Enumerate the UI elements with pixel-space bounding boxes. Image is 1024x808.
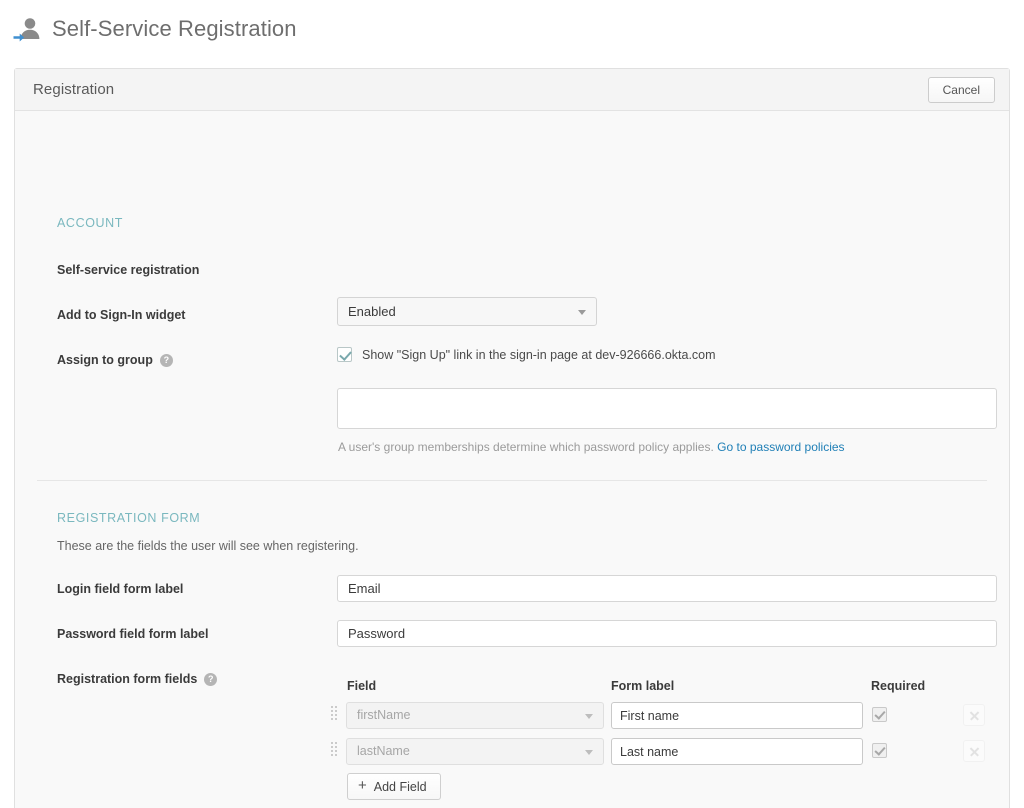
- column-header-form-label: Form label: [611, 679, 674, 693]
- form-label-input-row-0[interactable]: [611, 702, 863, 729]
- page-title: Self-Service Registration: [52, 16, 297, 42]
- cancel-button[interactable]: Cancel: [928, 77, 995, 103]
- column-header-required: Required: [871, 679, 925, 693]
- section-heading-registration-form: REGISTRATION FORM: [57, 511, 200, 525]
- password-field-form-label: Password field form label: [57, 627, 208, 641]
- registration-form-fields-label: Registration form fields ?: [57, 672, 217, 686]
- label-text: Login field form label: [57, 582, 183, 596]
- assign-to-group-input[interactable]: [337, 388, 997, 429]
- remove-field-button-row-1[interactable]: [963, 740, 985, 762]
- label-text: Self-service registration: [57, 263, 199, 277]
- self-service-registration-label: Self-service registration: [57, 263, 199, 277]
- field-select-value-1: lastName: [357, 744, 410, 758]
- registration-form-description: These are the fields the user will see w…: [57, 539, 359, 553]
- assign-to-group-label: Assign to group ?: [57, 353, 173, 367]
- self-service-registration-value: Enabled: [348, 304, 396, 319]
- card-title: Registration: [33, 81, 114, 98]
- form-label-input-row-1[interactable]: [611, 738, 863, 765]
- help-circle-icon[interactable]: ?: [160, 354, 173, 367]
- login-field-form-label: Login field form label: [57, 582, 183, 596]
- field-select-row-1[interactable]: lastName: [346, 738, 604, 765]
- login-field-input[interactable]: [337, 575, 997, 602]
- add-field-label: Add Field: [374, 780, 427, 794]
- field-select-row-0[interactable]: firstName: [346, 702, 604, 729]
- remove-field-button-row-0[interactable]: [963, 704, 985, 726]
- user-add-icon: [12, 14, 42, 44]
- section-heading-account: ACCOUNT: [57, 216, 123, 230]
- chevron-down-icon: [585, 714, 593, 719]
- chevron-down-icon: [585, 750, 593, 755]
- page-header: Self-Service Registration: [12, 14, 297, 44]
- chevron-down-icon: [578, 310, 586, 315]
- label-text: Assign to group: [57, 353, 153, 367]
- field-select-value-0: firstName: [357, 708, 410, 722]
- self-service-registration-page: Self-Service Registration Registration C…: [0, 0, 1024, 808]
- card-header: Registration Cancel: [15, 69, 1009, 111]
- drag-handle-icon[interactable]: [331, 742, 337, 760]
- column-header-field: Field: [347, 679, 376, 693]
- assign-to-group-hint-text: A user's group memberships determine whi…: [338, 440, 714, 454]
- label-text: Registration form fields: [57, 672, 197, 686]
- section-divider-1: [37, 480, 987, 481]
- registration-card: Registration Cancel ACCOUNT Self-service…: [14, 68, 1010, 808]
- go-to-password-policies-link[interactable]: Go to password policies: [717, 440, 844, 454]
- label-text: Password field form label: [57, 627, 208, 641]
- show-signup-link-checkbox[interactable]: [337, 347, 352, 362]
- self-service-registration-select[interactable]: Enabled: [337, 297, 597, 326]
- signin-widget-checkbox-row: Show "Sign Up" link in the sign-in page …: [337, 347, 716, 362]
- label-text: Add to Sign-In widget: [57, 308, 185, 322]
- add-field-button[interactable]: + Add Field: [347, 773, 441, 800]
- add-to-signin-widget-label: Add to Sign-In widget: [57, 308, 185, 322]
- required-checkbox-row-1[interactable]: [872, 743, 887, 758]
- plus-icon: +: [358, 778, 367, 793]
- help-circle-icon[interactable]: ?: [204, 673, 217, 686]
- required-checkbox-row-0[interactable]: [872, 707, 887, 722]
- assign-to-group-hint: A user's group memberships determine whi…: [338, 440, 845, 454]
- password-field-input[interactable]: [337, 620, 997, 647]
- drag-handle-icon[interactable]: [331, 706, 337, 724]
- show-signup-link-label: Show "Sign Up" link in the sign-in page …: [362, 348, 716, 362]
